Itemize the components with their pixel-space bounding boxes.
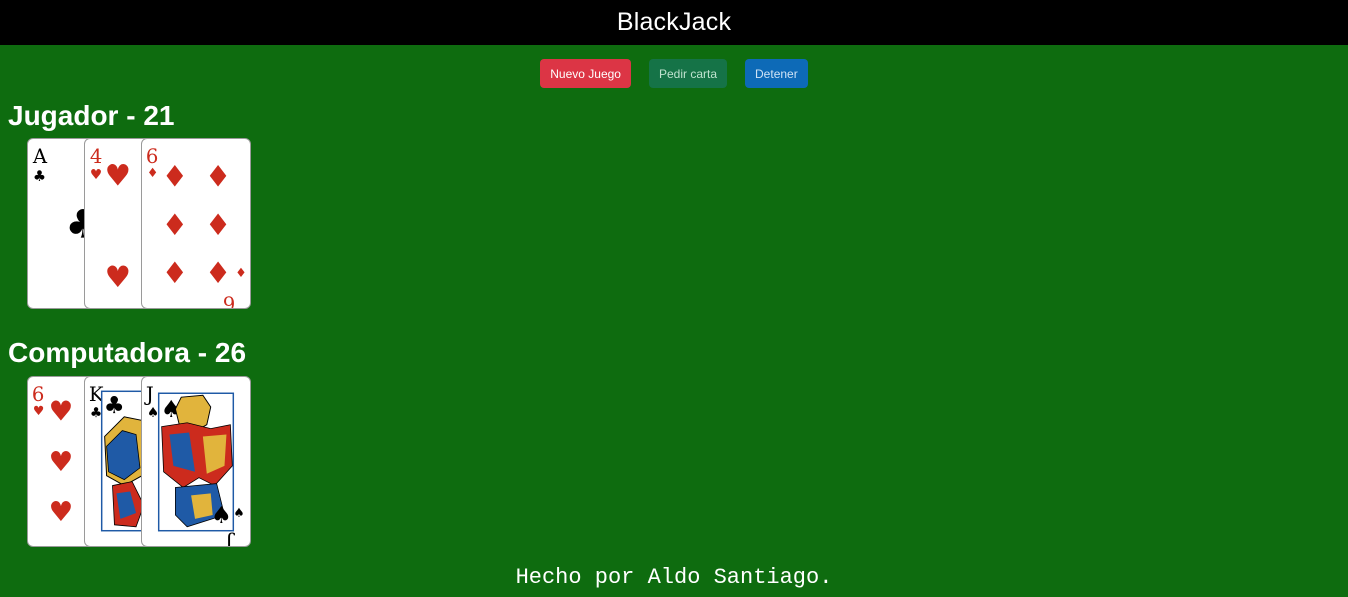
heart-icon: ♥ [49, 446, 74, 478]
diamond-icon: ♦ [235, 266, 246, 281]
player-card-3-rank: 6 [146, 145, 159, 168]
computer-heading: Computadora - 26 [8, 337, 246, 369]
club-icon: ♣ [104, 391, 125, 419]
diamond-icon: ♦ [205, 160, 231, 194]
player-card-3: 6 ♦ ♦ ♦ ♦ ♦ ♦ ♦ ♦ 6 [141, 138, 251, 309]
club-icon: ♣ [33, 168, 46, 185]
club-icon: ♣ [90, 405, 102, 421]
computer-score: 26 [214, 337, 247, 368]
computer-card-3-rank-inverted: J [225, 532, 235, 546]
player-score: 21 [143, 100, 175, 131]
player-card-1-rank: A [32, 145, 48, 168]
game-controls: Nuevo Juego Pedir carta Detener [0, 59, 1348, 88]
computer-hand: 6 ♥ ♥ ♥ ♥ K ♣ ♣ J ♠ ♠ ♠ ♠ J [27, 376, 267, 550]
new-game-button[interactable]: Nuevo Juego [540, 59, 631, 88]
diamond-icon: ♦ [147, 166, 158, 181]
computer-card-1-rank: 6 [32, 383, 44, 406]
heart-icon: ♥ [49, 496, 74, 528]
diamond-icon: ♦ [162, 160, 188, 194]
hit-button[interactable]: Pedir carta [648, 59, 728, 88]
player-card-3-rank-inverted: 6 [223, 292, 236, 308]
diamond-icon: ♦ [162, 256, 188, 290]
computer-card-3: J ♠ ♠ ♠ ♠ J [141, 376, 251, 547]
player-card-2-rank: 4 [90, 145, 103, 168]
heart-icon: ♥ [105, 159, 131, 193]
spade-icon: ♠ [147, 405, 159, 421]
player-hand: A ♣ ♣ 4 ♥ ♥ ♥ 6 ♦ ♦ ♦ ♦ ♦ ♦ ♦ ♦ 6 [27, 138, 267, 312]
app-title: BlackJack [616, 8, 732, 36]
computer-card-3-rank: J [144, 383, 154, 406]
spade-icon: ♠ [233, 506, 244, 521]
diamond-icon: ♦ [162, 208, 188, 242]
heart-icon: ♥ [33, 404, 44, 419]
stand-button[interactable]: Detener [745, 59, 808, 88]
player-name: Jugador [8, 100, 119, 131]
diamond-icon: ♦ [205, 208, 231, 242]
player-separator: - [126, 100, 136, 131]
computer-separator: - [197, 337, 208, 368]
spade-icon: ♠ [211, 501, 232, 529]
computer-name: Computadora [8, 337, 190, 368]
heart-icon: ♥ [105, 260, 131, 294]
heart-icon: ♥ [49, 396, 74, 428]
footer-credit: Hecho por Aldo Santiago. [515, 565, 833, 590]
diamond-icon: ♦ [205, 256, 231, 290]
heart-icon: ♥ [90, 167, 102, 183]
top-bar: BlackJack [0, 0, 1348, 45]
player-heading: Jugador - 21 [8, 100, 175, 132]
